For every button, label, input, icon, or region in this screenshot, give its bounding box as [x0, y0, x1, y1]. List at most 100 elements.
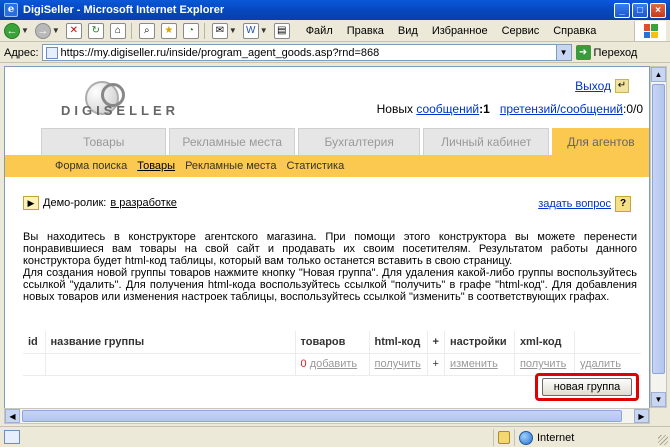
- subnav-ad-places[interactable]: Рекламные места: [185, 160, 276, 172]
- edit-button[interactable]: W ▼: [241, 22, 270, 40]
- history-button[interactable]: ◔: [181, 22, 201, 40]
- horizontal-scroll-thumb[interactable]: [22, 410, 622, 422]
- refresh-icon: ↻: [87, 22, 104, 39]
- delete-link[interactable]: удалить: [580, 358, 621, 370]
- col-plus: +: [427, 331, 445, 354]
- mail-button[interactable]: ✉ ▼: [210, 22, 239, 40]
- col-id: id: [23, 331, 46, 354]
- home-button[interactable]: ⌂: [108, 22, 128, 40]
- chevron-down-icon[interactable]: ▼: [229, 26, 237, 35]
- subnav-statistics[interactable]: Статистика: [286, 160, 344, 172]
- subnav-goods[interactable]: Товары: [137, 160, 175, 172]
- ask-question-link[interactable]: задать вопрос: [538, 198, 611, 210]
- address-input[interactable]: https://my.digiseller.ru/inside/program_…: [41, 44, 572, 61]
- exit-link-wrap: Выход ↵: [575, 79, 629, 93]
- address-url[interactable]: https://my.digiseller.ru/inside/program_…: [61, 47, 556, 59]
- demo-link[interactable]: в разработке: [110, 197, 177, 209]
- cell-goods: 0 добавить: [295, 353, 370, 376]
- menu-file[interactable]: Файл: [306, 25, 333, 37]
- security-zone: Internet: [493, 429, 574, 446]
- print-button[interactable]: ▤: [272, 22, 292, 40]
- get-xml-link[interactable]: получить: [520, 358, 566, 370]
- globe-icon: [519, 430, 533, 445]
- menu-tools[interactable]: Сервис: [502, 25, 540, 37]
- tab-goods[interactable]: Товары: [41, 128, 167, 155]
- menu-help[interactable]: Справка: [553, 25, 596, 37]
- address-bar: Адрес: https://my.digiseller.ru/inside/p…: [0, 43, 670, 63]
- cell-html-code: получить: [369, 353, 428, 376]
- scroll-up-icon[interactable]: ▲: [651, 67, 666, 82]
- zone-label: Internet: [537, 431, 575, 444]
- col-actions: [574, 331, 641, 354]
- menu-view[interactable]: Вид: [398, 25, 418, 37]
- forward-arrow-icon: →: [34, 22, 51, 39]
- menu-edit[interactable]: Правка: [347, 25, 384, 37]
- resize-grip-icon[interactable]: [658, 435, 668, 445]
- scroll-right-icon[interactable]: ▶: [634, 409, 649, 423]
- cell-plus: +: [427, 353, 445, 376]
- scroll-left-icon[interactable]: ◀: [5, 409, 20, 423]
- print-icon: ▤: [273, 22, 290, 39]
- vertical-scroll-thumb[interactable]: [652, 84, 665, 374]
- favorites-button[interactable]: ★: [159, 22, 179, 40]
- demo-video-line: ▶ Демо-ролик: в разработке: [23, 196, 177, 210]
- vertical-scrollbar[interactable]: ▲ ▼: [650, 66, 667, 408]
- instructions-paragraph: Для создания новой группы товаров нажмит…: [23, 267, 637, 303]
- maximize-button[interactable]: □: [632, 2, 648, 18]
- horizontal-scrollbar[interactable]: ◀ ▶: [4, 408, 650, 424]
- change-settings-link[interactable]: изменить: [450, 358, 498, 370]
- cell-name: [45, 353, 296, 376]
- close-button[interactable]: ×: [650, 2, 666, 18]
- intro-paragraph: Вы находитесь в конструкторе агентского …: [23, 231, 637, 267]
- new-group-button[interactable]: новая группа: [542, 378, 632, 396]
- tab-cabinet[interactable]: Личный кабинет: [423, 128, 549, 155]
- cell-xml-code: получить: [514, 353, 575, 376]
- tab-ad-places[interactable]: Рекламные места: [169, 128, 295, 155]
- groups-table: id название группы товаров html-код + на…: [23, 331, 641, 376]
- scroll-down-icon[interactable]: ▼: [651, 392, 666, 407]
- chevron-down-icon[interactable]: ▼: [21, 26, 29, 35]
- messages-count: :1: [479, 102, 490, 116]
- cell-id: [23, 353, 46, 376]
- exit-icon[interactable]: ↵: [615, 79, 629, 93]
- edit-icon: W: [242, 22, 259, 39]
- back-button[interactable]: ← ▼: [2, 22, 31, 40]
- tab-agents[interactable]: Для агентов: [551, 128, 649, 155]
- claims-link[interactable]: претензий/сообщений: [500, 102, 623, 116]
- star-icon: ★: [160, 22, 177, 39]
- status-divider: [493, 429, 494, 446]
- forward-button[interactable]: → ▼: [33, 22, 62, 40]
- minimize-button[interactable]: _: [614, 2, 630, 18]
- tab-accounting[interactable]: Бухгалтерия: [297, 128, 421, 155]
- exit-link[interactable]: Выход: [575, 79, 611, 93]
- question-icon[interactable]: ?: [615, 196, 631, 212]
- table-row: 0 добавить получить + изменить получить …: [23, 353, 641, 376]
- search-button[interactable]: ⌕: [137, 22, 157, 40]
- chevron-down-icon[interactable]: ▼: [52, 26, 60, 35]
- go-label: Переход: [593, 46, 638, 59]
- new-group-highlight: новая группа: [535, 373, 639, 401]
- stop-button[interactable]: ✕: [64, 22, 84, 40]
- digiseller-logo[interactable]: DIGISELLER: [61, 81, 201, 118]
- chevron-down-icon[interactable]: ▼: [555, 45, 571, 60]
- page-done-icon: [4, 430, 20, 444]
- messages-status: Новых сообщений:1 претензий/сообщений:0/…: [377, 102, 643, 116]
- new-label: Новых: [376, 102, 413, 116]
- chevron-down-icon[interactable]: ▼: [260, 26, 268, 35]
- home-icon: ⌂: [109, 22, 126, 39]
- messages-link[interactable]: сообщений: [416, 102, 479, 116]
- address-label: Адрес:: [4, 46, 39, 59]
- page-icon: [45, 46, 58, 59]
- windows-logo-icon: [634, 21, 666, 41]
- go-button[interactable]: ➜ Переход: [575, 45, 638, 60]
- add-link[interactable]: добавить: [310, 358, 357, 370]
- claims-count: :0/0: [622, 102, 643, 116]
- window-title: DigiSeller - Microsoft Internet Explorer: [23, 4, 225, 16]
- subnav-search-form[interactable]: Форма поиска: [55, 160, 127, 172]
- history-icon: ◔: [182, 22, 199, 39]
- get-html-link[interactable]: получить: [375, 358, 421, 370]
- lock-icon: [498, 431, 510, 444]
- menu-favorites[interactable]: Избранное: [432, 25, 488, 37]
- sub-navigation: Форма поиска Товары Рекламные места Стат…: [5, 155, 649, 177]
- refresh-button[interactable]: ↻: [86, 22, 106, 40]
